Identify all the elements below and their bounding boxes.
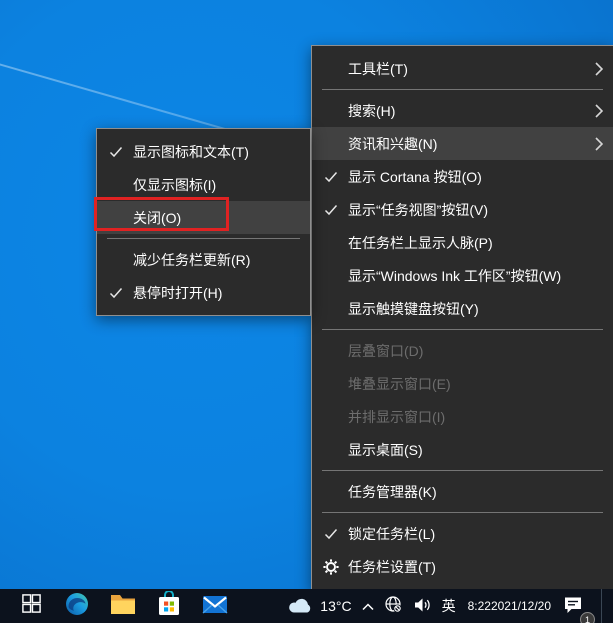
- checkmark-icon: [109, 287, 123, 299]
- menu-separator: [107, 238, 300, 239]
- submenu-item-open-on-hover[interactable]: 悬停时打开(H): [97, 276, 310, 309]
- menu-separator: [322, 470, 603, 471]
- submenu-item-show-icon-and-text[interactable]: 显示图标和文本(T): [97, 135, 310, 168]
- menu-item-label: 工具栏(T): [348, 59, 408, 79]
- temperature-label: 13°C: [320, 598, 351, 614]
- mail-app-button[interactable]: [192, 589, 238, 623]
- chevron-right-icon: [595, 62, 603, 76]
- notification-badge: 1: [580, 612, 595, 623]
- store-icon: [157, 591, 181, 622]
- windows-logo-icon: [21, 593, 42, 619]
- menu-item-label: 显示桌面(S): [348, 440, 423, 460]
- submenu-item-turn-off[interactable]: 关闭(O): [97, 201, 310, 234]
- menu-item-label: 并排显示窗口(I): [348, 407, 445, 427]
- taskbar-left-icons: [0, 589, 238, 623]
- menu-item-search[interactable]: 搜索(H): [312, 94, 613, 127]
- checkmark-icon: [324, 171, 338, 183]
- menu-item-label: 任务栏设置(T): [348, 557, 436, 577]
- menu-item-label: 锁定任务栏(L): [348, 524, 435, 544]
- menu-item-label: 关闭(O): [133, 208, 181, 228]
- menu-item-label: 减少任务栏更新(R): [133, 250, 250, 270]
- hidden-icons-button[interactable]: [362, 589, 374, 623]
- menu-item-toolbars[interactable]: 工具栏(T): [312, 52, 613, 85]
- taskbar-clock[interactable]: 8:22 2021/12/20: [466, 589, 553, 623]
- checkmark-icon: [324, 204, 338, 216]
- menu-separator: [322, 329, 603, 330]
- menu-item-label: 显示 Cortana 按钮(O): [348, 167, 482, 187]
- taskbar: 13°C: [0, 589, 613, 623]
- menu-item-show-windows-side-by-side: 并排显示窗口(I): [312, 400, 613, 433]
- menu-item-label: 显示“Windows Ink 工作区”按钮(W): [348, 266, 561, 286]
- speaker-icon: [413, 597, 432, 616]
- submenu-item-reduce-taskbar-updates[interactable]: 减少任务栏更新(R): [97, 243, 310, 276]
- edge-browser-button[interactable]: [54, 589, 100, 623]
- menu-item-task-manager[interactable]: 任务管理器(K): [312, 475, 613, 508]
- clock-date: 2021/12/20: [491, 600, 551, 613]
- notification-icon: [563, 596, 583, 617]
- taskbar-context-menu: 工具栏(T) 搜索(H) 资讯和兴趣(N) 显示 Cortana 按钮(O) 显…: [311, 45, 613, 590]
- cloud-icon: [287, 596, 313, 617]
- menu-item-label: 搜索(H): [348, 101, 395, 121]
- menu-item-label: 显示触摸键盘按钮(Y): [348, 299, 479, 319]
- show-desktop-button[interactable]: [601, 589, 605, 623]
- mail-icon: [201, 592, 229, 621]
- file-explorer-button[interactable]: [100, 589, 146, 623]
- checkmark-icon: [109, 146, 123, 158]
- clock-time: 8:22: [468, 600, 491, 613]
- menu-separator: [322, 512, 603, 513]
- news-and-interests-submenu: 显示图标和文本(T) 仅显示图标(I) 关闭(O) 减少任务栏更新(R) 悬停时…: [96, 128, 311, 316]
- microsoft-store-button[interactable]: [146, 589, 192, 623]
- system-tray: 13°C: [287, 589, 613, 623]
- menu-item-show-touch-keyboard-button[interactable]: 显示触摸键盘按钮(Y): [312, 292, 613, 325]
- start-button[interactable]: [8, 589, 54, 623]
- edge-icon: [64, 591, 90, 622]
- menu-item-label: 显示图标和文本(T): [133, 142, 249, 162]
- menu-item-label: 悬停时打开(H): [133, 283, 222, 303]
- menu-item-label: 任务管理器(K): [348, 482, 437, 502]
- chevron-right-icon: [595, 104, 603, 118]
- menu-item-label: 堆叠显示窗口(E): [348, 374, 451, 394]
- menu-item-show-windows-stacked: 堆叠显示窗口(E): [312, 367, 613, 400]
- network-status-button[interactable]: [384, 589, 403, 623]
- menu-item-label: 仅显示图标(I): [133, 175, 216, 195]
- menu-item-label: 资讯和兴趣(N): [348, 134, 437, 154]
- menu-item-label: 在任务栏上显示人脉(P): [348, 233, 493, 253]
- menu-item-show-windows-ink-workspace-button[interactable]: 显示“Windows Ink 工作区”按钮(W): [312, 259, 613, 292]
- gear-icon: [323, 559, 339, 575]
- menu-item-label: 显示“任务视图”按钮(V): [348, 200, 488, 220]
- menu-separator: [322, 89, 603, 90]
- file-explorer-icon: [110, 592, 136, 621]
- menu-item-taskbar-settings[interactable]: 任务栏设置(T): [312, 550, 613, 583]
- menu-item-show-people-on-taskbar[interactable]: 在任务栏上显示人脉(P): [312, 226, 613, 259]
- submenu-item-show-icon-only[interactable]: 仅显示图标(I): [97, 168, 310, 201]
- ime-label: 英: [442, 596, 456, 616]
- chevron-right-icon: [595, 137, 603, 151]
- ime-language-indicator[interactable]: 英: [442, 589, 456, 623]
- weather-widget[interactable]: 13°C: [287, 589, 351, 623]
- menu-item-show-task-view-button[interactable]: 显示“任务视图”按钮(V): [312, 193, 613, 226]
- volume-button[interactable]: [413, 589, 432, 623]
- globe-no-internet-icon: [384, 595, 403, 617]
- menu-item-show-cortana-button[interactable]: 显示 Cortana 按钮(O): [312, 160, 613, 193]
- checkmark-icon: [324, 528, 338, 540]
- menu-item-lock-taskbar[interactable]: 锁定任务栏(L): [312, 517, 613, 550]
- menu-item-label: 层叠窗口(D): [348, 341, 423, 361]
- menu-item-news-and-interests[interactable]: 资讯和兴趣(N): [312, 127, 613, 160]
- menu-item-show-desktop[interactable]: 显示桌面(S): [312, 433, 613, 466]
- action-center-button[interactable]: 1: [563, 589, 591, 623]
- menu-item-cascade-windows: 层叠窗口(D): [312, 334, 613, 367]
- chevron-up-icon: [362, 599, 374, 614]
